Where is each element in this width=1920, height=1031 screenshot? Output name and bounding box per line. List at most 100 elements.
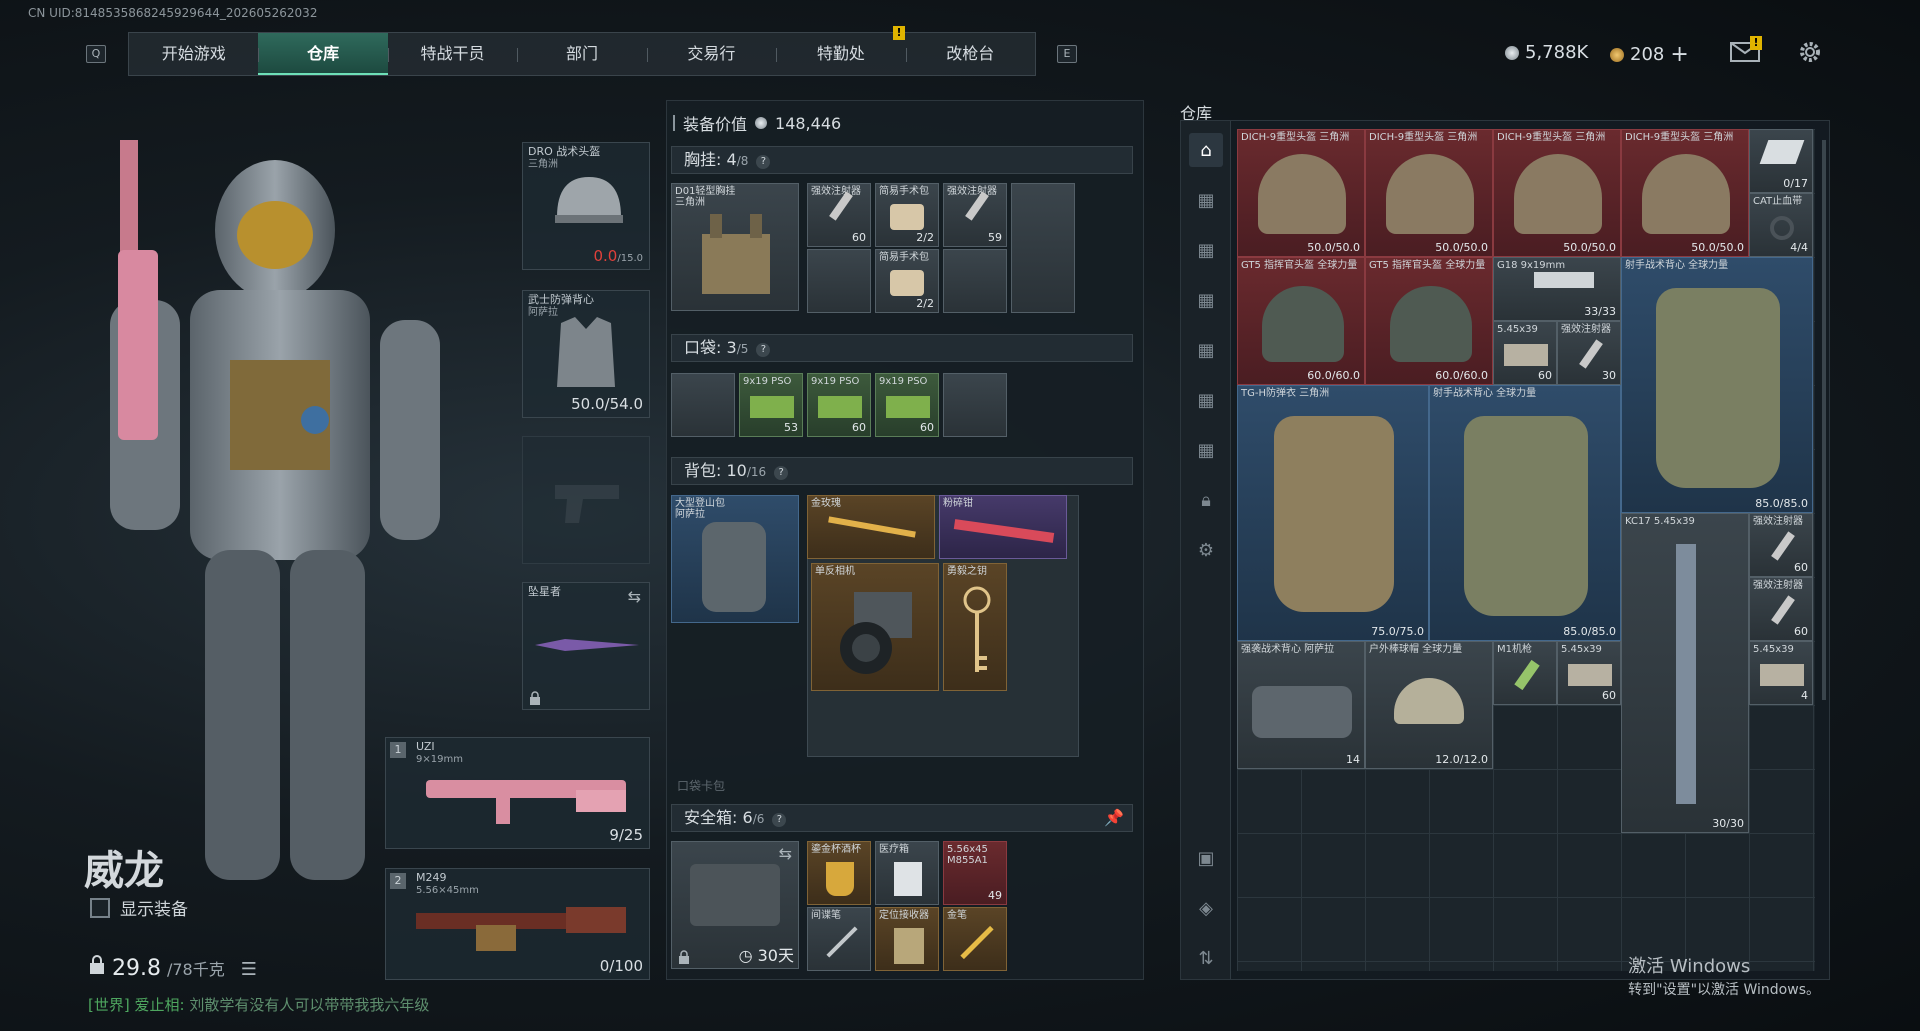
warehouse-item-19[interactable]: M1机枪 bbox=[1493, 641, 1557, 705]
warehouse-item-4[interactable]: 0/17 bbox=[1749, 129, 1813, 193]
warehouse-profile-icon[interactable]: ▣ bbox=[1189, 841, 1223, 875]
settings-gear-icon[interactable] bbox=[1797, 39, 1823, 65]
armor-slot[interactable]: 武士防弹背心 阿萨拉 50.0/54.0 bbox=[522, 290, 650, 418]
warehouse-item-21[interactable]: 5.45x39 4 bbox=[1749, 641, 1813, 705]
add-gold-button[interactable]: + bbox=[1670, 42, 1688, 67]
warehouse-item-15[interactable]: 强效注射器 60 bbox=[1749, 513, 1813, 577]
safe-item-2[interactable]: 5.56x45 M855A1 49 bbox=[943, 841, 1007, 905]
warehouse-item-13[interactable]: 射手战术背心 全球力量 85.0/85.0 bbox=[1429, 385, 1621, 641]
warehouse-item-11[interactable]: 射手战术背心 全球力量 85.0/85.0 bbox=[1621, 257, 1813, 513]
secondary-weapon-slot[interactable]: 2 M249 5.56×45mm 0/100 bbox=[385, 868, 650, 980]
heavy-helmet-icon bbox=[1258, 154, 1346, 234]
syringe-icon bbox=[1771, 531, 1795, 561]
warehouse-layers-icon[interactable]: ◈ bbox=[1189, 891, 1223, 925]
backpack-item-0[interactable]: 金玫瑰 bbox=[807, 495, 935, 559]
safe-item-0[interactable]: 鎏金杯酒杯 bbox=[807, 841, 871, 905]
warehouse-item-16[interactable]: 强效注射器 60 bbox=[1749, 577, 1813, 641]
warehouse-item-0[interactable]: DICH-9重型头盔 三角洲 50.0/50.0 bbox=[1237, 129, 1365, 257]
warehouse-page-5-icon[interactable]: ▦ bbox=[1189, 383, 1223, 417]
help-icon[interactable]: ? bbox=[772, 813, 787, 827]
help-icon[interactable]: ? bbox=[774, 466, 789, 480]
chest-rig-slot[interactable]: D01轻型胸挂 三角洲 bbox=[671, 183, 799, 311]
chest-item-1[interactable]: 简易手术包 2/2 bbox=[875, 183, 939, 247]
warehouse-page-4-icon[interactable]: ▦ bbox=[1189, 333, 1223, 367]
warehouse-all-icon[interactable]: ⌂ bbox=[1189, 133, 1223, 167]
chest-item-2[interactable]: 强效注射器 59 bbox=[943, 183, 1007, 247]
pocket-item-1[interactable]: 9x19 PSO 60 bbox=[807, 373, 871, 437]
backpack-item-3[interactable]: 勇毅之钥 bbox=[943, 563, 1007, 691]
warehouse-item-18[interactable]: 户外棒球帽 全球力量 12.0/12.0 bbox=[1365, 641, 1493, 769]
nav-right-key[interactable]: E bbox=[1057, 45, 1077, 63]
pin-icon[interactable]: 📌 bbox=[1104, 805, 1124, 831]
warehouse-item-17[interactable]: 强袭战术背心 阿萨拉 14 bbox=[1237, 641, 1365, 769]
pocket-item-0[interactable]: 9x19 PSO 53 bbox=[739, 373, 803, 437]
tgh-armor-icon bbox=[1274, 416, 1394, 612]
game-screen: CN UID:8148535868245929644_202605262032 … bbox=[0, 0, 1920, 1031]
pistol-slot-empty[interactable] bbox=[522, 436, 650, 564]
warehouse-page-2-icon[interactable]: ▦ bbox=[1189, 233, 1223, 267]
warehouse-settings-icon[interactable]: ⚙ bbox=[1189, 533, 1223, 567]
warehouse-scrollbar[interactable] bbox=[1822, 140, 1826, 700]
pistol-icon bbox=[1534, 272, 1594, 288]
warehouse-item-2[interactable]: DICH-9重型头盔 三角洲 50.0/50.0 bbox=[1493, 129, 1621, 257]
safe-lock-icon bbox=[678, 950, 690, 964]
warehouse-page-1-icon[interactable]: ▦ bbox=[1189, 183, 1223, 217]
warehouse-item-20[interactable]: 5.45x39 60 bbox=[1557, 641, 1621, 705]
show-equipment-toggle[interactable]: 显示装备 bbox=[90, 895, 188, 920]
safe-item-3[interactable]: 间谍笔 bbox=[807, 907, 871, 971]
backpack-slot[interactable]: 大型登山包 阿萨拉 bbox=[671, 495, 799, 623]
tab-warehouse[interactable]: 仓库 bbox=[258, 33, 388, 75]
swap-icon[interactable]: ⇆ bbox=[628, 587, 641, 606]
backpack-item-2[interactable]: 单反相机 bbox=[811, 563, 939, 691]
pocket-empty-cell[interactable] bbox=[671, 373, 735, 437]
nav-left-key[interactable]: Q bbox=[86, 45, 106, 63]
warehouse-item-14[interactable]: KC17 5.45x39 30/30 bbox=[1621, 513, 1749, 833]
swap-icon[interactable]: ⇆ bbox=[779, 844, 792, 863]
chat-user[interactable]: 爱止相: bbox=[135, 996, 185, 1014]
primary-ammo: 9/25 bbox=[609, 826, 643, 844]
tab-gunsmith[interactable]: 改枪台 bbox=[905, 33, 1035, 75]
safe-item-1[interactable]: 医疗箱 bbox=[875, 841, 939, 905]
warehouse-item-6[interactable]: GT5 指挥官头盔 全球力量 60.0/60.0 bbox=[1237, 257, 1365, 385]
warehouse-page-6-icon[interactable]: ▦ bbox=[1189, 433, 1223, 467]
warehouse-item-1[interactable]: DICH-9重型头盔 三角洲 50.0/50.0 bbox=[1365, 129, 1493, 257]
safe-item-4[interactable]: 定位接收器 bbox=[875, 907, 939, 971]
primary-index: 1 bbox=[390, 742, 406, 758]
commander-helmet-icon bbox=[1390, 286, 1472, 362]
tab-start-game[interactable]: 开始游戏 bbox=[129, 33, 258, 75]
melee-slot[interactable]: 坠星者 ⇆ bbox=[522, 582, 650, 710]
tab-market[interactable]: 交易行 bbox=[646, 33, 776, 75]
warehouse-item-10[interactable]: 强效注射器 30 bbox=[1557, 321, 1621, 385]
warehouse-item-5[interactable]: CAT止血带 4/4 bbox=[1749, 193, 1813, 257]
help-icon[interactable]: ? bbox=[756, 155, 771, 169]
warehouse-item-7[interactable]: GT5 指挥官头盔 全球力量 60.0/60.0 bbox=[1365, 257, 1493, 385]
weight-list-icon[interactable]: ☰ bbox=[241, 959, 257, 980]
warehouse-item-12[interactable]: TG-H防弹衣 三角洲 75.0/75.0 bbox=[1237, 385, 1429, 641]
warehouse-page-3-icon[interactable]: ▦ bbox=[1189, 283, 1223, 317]
chest-empty-cell[interactable] bbox=[807, 249, 871, 313]
backpack-item-1[interactable]: 粉碎钳 bbox=[939, 495, 1067, 559]
chest-item-3[interactable]: 简易手术包 2/2 bbox=[875, 249, 939, 313]
show-equipment-checkbox[interactable] bbox=[90, 897, 110, 918]
safe-box-slot[interactable]: ⇆ ◷ 30天 bbox=[671, 841, 799, 969]
chest-empty-cell[interactable] bbox=[1011, 183, 1075, 313]
pocket-empty-cell[interactable] bbox=[943, 373, 1007, 437]
warehouse-item-9[interactable]: 5.45x39 60 bbox=[1493, 321, 1557, 385]
help-icon[interactable]: ? bbox=[756, 343, 771, 357]
warehouse-item-3[interactable]: DICH-9重型头盔 三角洲 50.0/50.0 bbox=[1621, 129, 1749, 257]
chest-item-0[interactable]: 强效注射器 60 bbox=[807, 183, 871, 247]
world-chat[interactable]: [世界] 爱止相: 刘散学有没有人可以带带我我六年级 bbox=[88, 994, 429, 1015]
helmet-slot[interactable]: DRO 战术头盔 三角洲 0.0/15.0 bbox=[522, 142, 650, 270]
pocket-item-2[interactable]: 9x19 PSO 60 bbox=[875, 373, 939, 437]
safe-item-5[interactable]: 金笔 bbox=[943, 907, 1007, 971]
tab-operators[interactable]: 特战干员 bbox=[387, 33, 517, 75]
tab-department[interactable]: 部门 bbox=[517, 33, 646, 75]
warehouse-lock-icon[interactable]: 🔒︎ bbox=[1189, 483, 1223, 517]
safe-box-days: ◷ 30天 bbox=[738, 946, 794, 965]
primary-weapon-slot[interactable]: 1 UZI 9×19mm 9/25 bbox=[385, 737, 650, 849]
warehouse-sort-icon[interactable]: ⇅ bbox=[1189, 941, 1223, 975]
chest-empty-cell[interactable] bbox=[943, 249, 1007, 313]
tab-special-ops[interactable]: 特勤处 bbox=[776, 33, 905, 75]
gold-cup-icon bbox=[826, 862, 854, 896]
warehouse-item-8[interactable]: G18 9x19mm 33/33 bbox=[1493, 257, 1621, 321]
